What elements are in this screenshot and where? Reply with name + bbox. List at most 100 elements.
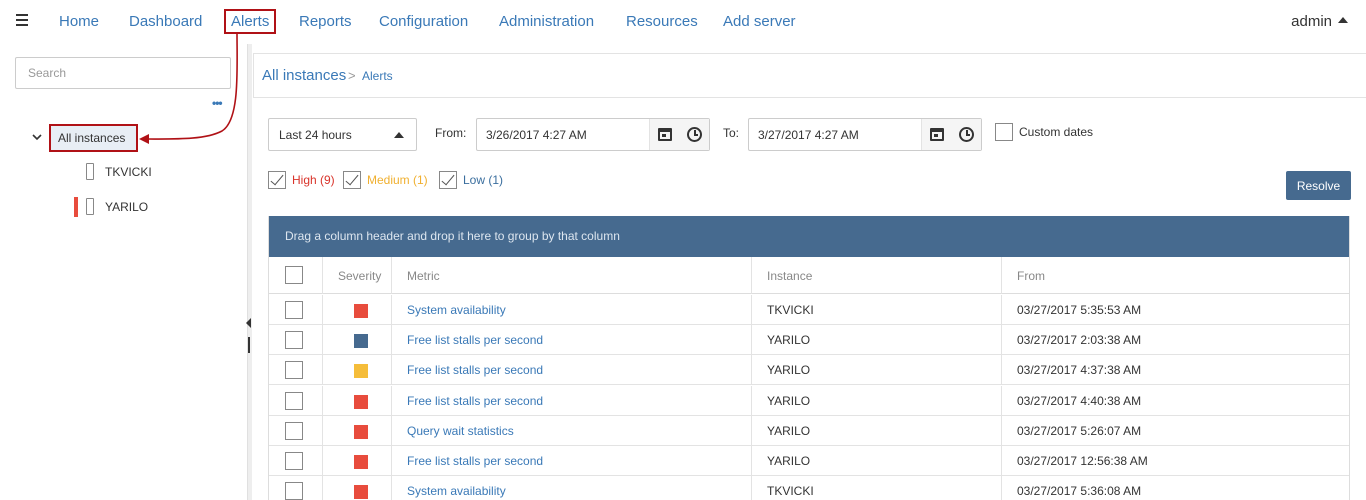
clock-icon[interactable] xyxy=(687,127,702,142)
instance-cell: YARILO xyxy=(751,355,1001,386)
table-row[interactable]: System availability TKVICKI 03/27/2017 5:3… xyxy=(269,476,1349,500)
tree-item-server-tkvicki[interactable]: TKVICKI xyxy=(70,162,190,182)
server-name: TKVICKI xyxy=(105,165,152,179)
to-date-icons xyxy=(921,119,981,150)
metric-link[interactable]: Free list stalls per second xyxy=(391,325,751,356)
instance-cell: TKVICKI xyxy=(751,295,1001,325)
column-header-from[interactable]: From xyxy=(1001,257,1349,294)
group-by-drop-area[interactable]: Drag a column header and drop it here to… xyxy=(269,216,1349,257)
from-label: From: xyxy=(435,126,467,140)
more-options-icon[interactable]: ••• xyxy=(212,96,223,110)
table-row[interactable]: System availability TKVICKI 03/27/2017 5:3… xyxy=(269,295,1349,325)
from-cell: 03/27/2017 5:26:07 AM xyxy=(1001,415,1349,446)
from-date-field[interactable]: 3/26/2017 4:27 AM xyxy=(476,118,710,151)
nav-administration[interactable]: Administration xyxy=(499,13,594,30)
nav-alerts[interactable]: Alerts xyxy=(223,9,277,34)
table-row[interactable]: Query wait statistics YARILO 03/27/2017 5:… xyxy=(269,415,1349,446)
row-checkbox[interactable] xyxy=(285,482,303,500)
metric-link[interactable]: System availability xyxy=(391,295,751,325)
severity-high-icon xyxy=(354,485,368,500)
severity-high-icon xyxy=(354,455,368,469)
table-row[interactable]: Free list stalls per second YARILO 03/27/2… xyxy=(269,446,1349,476)
tree-item-server-yarilo[interactable]: YARILO xyxy=(70,197,190,217)
custom-dates-checkbox[interactable] xyxy=(995,123,1013,141)
instance-cell: YARILO xyxy=(751,385,1001,416)
table-row[interactable]: Free list stalls per second YARILO 03/27/2… xyxy=(269,385,1349,416)
instance-cell: YARILO xyxy=(751,325,1001,356)
nav-home[interactable]: Home xyxy=(59,13,99,30)
from-cell: 03/27/2017 12:56:38 AM xyxy=(1001,446,1349,476)
row-checkbox[interactable] xyxy=(285,361,303,380)
from-date-icons xyxy=(649,119,709,150)
nav-resources[interactable]: Resources xyxy=(626,13,698,30)
medium-severity-checkbox[interactable] xyxy=(343,171,361,189)
medium-severity-label: Medium (1) xyxy=(367,173,428,187)
metric-link[interactable]: Free list stalls per second xyxy=(391,446,751,476)
column-header-metric[interactable]: Metric xyxy=(391,257,751,294)
high-severity-checkbox[interactable] xyxy=(268,171,286,189)
table-row[interactable]: Free list stalls per second YARILO 03/27/2… xyxy=(269,325,1349,356)
row-checkbox[interactable] xyxy=(285,391,303,410)
instance-cell: YARILO xyxy=(751,415,1001,446)
panel-splitter[interactable] xyxy=(247,44,252,500)
row-checkbox[interactable] xyxy=(285,452,303,470)
caret-up-icon xyxy=(394,132,404,138)
to-date-field[interactable]: 3/27/2017 4:27 AM xyxy=(748,118,982,151)
chevron-down-icon[interactable] xyxy=(32,132,42,142)
alert-indicator xyxy=(74,197,78,217)
from-cell: 03/27/2017 2:03:38 AM xyxy=(1001,325,1349,356)
from-cell: 03/27/2017 5:36:08 AM xyxy=(1001,476,1349,500)
to-label: To: xyxy=(723,126,740,140)
collapse-arrow-icon[interactable] xyxy=(246,318,251,328)
from-date-value: 3/26/2017 4:27 AM xyxy=(486,128,587,142)
high-severity-label: High (9) xyxy=(292,173,335,187)
severity-high-icon xyxy=(354,304,368,318)
metric-link[interactable]: Query wait statistics xyxy=(391,415,751,446)
tree-item-all-instances[interactable]: All instances xyxy=(49,124,138,152)
from-cell: 03/27/2017 4:37:38 AM xyxy=(1001,355,1349,386)
row-checkbox[interactable] xyxy=(285,331,303,350)
alerts-grid: Drag a column header and drop it here to… xyxy=(268,216,1350,500)
severity-high-icon xyxy=(354,394,368,409)
resolve-button[interactable]: Resolve xyxy=(1286,171,1351,200)
custom-dates-label: Custom dates xyxy=(1019,125,1094,139)
from-cell: 03/27/2017 4:40:38 AM xyxy=(1001,385,1349,416)
breadcrumb: All instances > Alerts xyxy=(253,53,1366,98)
table-row[interactable]: Free list stalls per second YARILO 03/27/2… xyxy=(269,355,1349,386)
user-name: admin xyxy=(1291,13,1332,30)
server-icon xyxy=(86,163,94,180)
row-checkbox[interactable] xyxy=(285,301,303,319)
metric-link[interactable]: System availability xyxy=(391,476,751,500)
low-severity-checkbox[interactable] xyxy=(439,171,457,189)
breadcrumb-all-instances[interactable]: All instances xyxy=(262,67,346,84)
hamburger-menu-icon[interactable] xyxy=(16,14,28,27)
nav-dashboard[interactable]: Dashboard xyxy=(129,13,202,30)
time-range-select[interactable]: Last 24 hours xyxy=(268,118,417,151)
severity-high-icon xyxy=(354,424,368,439)
server-name: YARILO xyxy=(105,200,149,214)
metric-link[interactable]: Free list stalls per second xyxy=(391,355,751,386)
metric-link[interactable]: Free list stalls per second xyxy=(391,385,751,416)
nav-configuration[interactable]: Configuration xyxy=(379,13,468,30)
user-menu[interactable]: admin xyxy=(1291,13,1348,30)
row-checkbox[interactable] xyxy=(285,421,303,440)
left-panel: ••• All instances TKVICKI YARILO xyxy=(0,44,247,500)
breadcrumb-separator-icon: > xyxy=(348,68,356,83)
nav-add-server[interactable]: Add server xyxy=(723,13,796,30)
top-navigation: Home Dashboard Alerts Reports Configurat… xyxy=(0,0,1366,44)
select-all-checkbox[interactable] xyxy=(285,266,303,284)
calendar-icon[interactable] xyxy=(658,128,672,141)
severity-low-icon xyxy=(354,334,368,349)
clock-icon[interactable] xyxy=(959,127,974,142)
calendar-icon[interactable] xyxy=(930,128,944,141)
grid-header: Severity Metric Instance From xyxy=(269,257,1349,294)
column-header-instance[interactable]: Instance xyxy=(751,257,1001,294)
server-icon xyxy=(86,198,94,215)
instance-cell: YARILO xyxy=(751,446,1001,476)
search-input[interactable] xyxy=(15,57,231,89)
low-severity-label: Low (1) xyxy=(463,173,504,187)
instance-cell: TKVICKI xyxy=(751,476,1001,500)
splitter-grip[interactable] xyxy=(248,337,250,353)
time-range-value: Last 24 hours xyxy=(279,128,352,142)
nav-reports[interactable]: Reports xyxy=(299,13,352,30)
